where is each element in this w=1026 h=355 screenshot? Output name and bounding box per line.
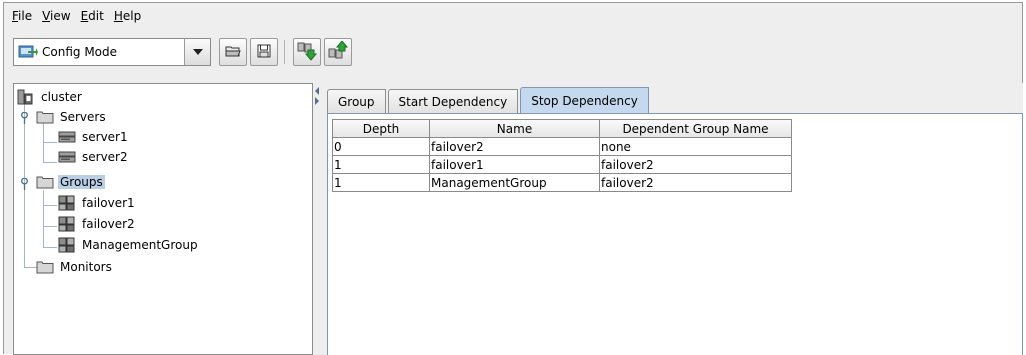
save-button[interactable] [250, 38, 278, 66]
details-panel: Group Start Dependency Stop Dependency D… [321, 83, 1023, 355]
tree-line [43, 226, 57, 227]
menu-edit[interactable]: Edit [81, 9, 104, 23]
split-pane-divider[interactable] [313, 83, 321, 355]
cell-dependent-group-name: failover2 [600, 156, 792, 174]
toolbar: Config Mode [4, 33, 1022, 73]
tab-stop-dependency[interactable]: Stop Dependency [520, 87, 649, 113]
menu-view[interactable]: View [42, 9, 70, 23]
cluster-icon [17, 89, 35, 105]
cell-depth: 0 [332, 138, 430, 156]
cell-name: failover2 [430, 138, 600, 156]
cluster-tree[interactable]: cluster Servers server1 server2 Groups f… [13, 83, 313, 355]
tree-line [43, 162, 57, 163]
open-folder-icon [225, 45, 241, 60]
cell-name: failover1 [430, 156, 600, 174]
chevron-down-icon[interactable] [184, 39, 210, 65]
table-row[interactable]: 0 failover2 none [332, 138, 792, 156]
mode-dropdown-value: Config Mode [42, 45, 118, 59]
tab-bar: Group Start Dependency Stop Dependency [327, 87, 651, 113]
collapse-left-arrow-icon[interactable] [315, 87, 319, 95]
menu-bar: File View Edit Help [4, 3, 1022, 29]
column-header-depth[interactable]: Depth [332, 119, 430, 138]
menu-help[interactable]: Help [114, 9, 141, 23]
column-header-name[interactable]: Name [430, 119, 600, 138]
failover-group-icon [58, 195, 76, 211]
tree-node-managementgroup[interactable]: ManagementGroup [58, 236, 200, 254]
column-header-dependent-group-name[interactable]: Dependent Group Name [600, 119, 792, 138]
tree-line [43, 247, 57, 248]
table-header: Depth Name Dependent Group Name [332, 119, 792, 138]
folder-icon [36, 259, 54, 275]
tree-node-cluster[interactable]: cluster [17, 88, 84, 106]
tab-group[interactable]: Group [327, 89, 386, 113]
table-row[interactable]: 1 ManagementGroup failover2 [332, 174, 792, 192]
toolbar-separator [284, 40, 285, 64]
tree-line [43, 190, 44, 248]
menu-file[interactable]: File [12, 9, 32, 23]
tree-line [24, 179, 25, 267]
mode-dropdown[interactable]: Config Mode [13, 38, 211, 66]
cell-name: ManagementGroup [430, 174, 600, 192]
tree-node-groups[interactable]: Groups [36, 173, 105, 191]
expand-toggle-servers[interactable] [20, 111, 29, 124]
tree-line [43, 205, 57, 206]
save-icon [257, 44, 271, 61]
folder-icon [36, 109, 54, 125]
tree-node-monitors[interactable]: Monitors [36, 258, 114, 276]
open-button[interactable] [219, 38, 247, 66]
dependency-table: Depth Name Dependent Group Name 0 failov… [332, 119, 792, 192]
cell-dependent-group-name: failover2 [600, 174, 792, 192]
server-icon [58, 129, 76, 145]
cell-depth: 1 [332, 156, 430, 174]
failover-group-icon [58, 216, 76, 232]
tree-node-failover2[interactable]: failover2 [58, 215, 137, 233]
download-button[interactable] [293, 38, 321, 66]
tab-start-dependency[interactable]: Start Dependency [387, 89, 519, 113]
download-icon [297, 41, 318, 64]
folder-icon [36, 174, 54, 190]
cell-depth: 1 [332, 174, 430, 192]
tree-node-server1[interactable]: server1 [58, 128, 130, 146]
table-row[interactable]: 1 failover1 failover2 [332, 156, 792, 174]
expand-toggle-groups[interactable] [20, 177, 29, 190]
upload-button[interactable] [324, 38, 352, 66]
config-mode-icon [18, 43, 40, 61]
tree-line [43, 142, 57, 143]
failover-group-icon [58, 237, 76, 253]
application-window: File View Edit Help Config Mode cluster … [3, 2, 1023, 355]
tree-node-server2[interactable]: server2 [58, 148, 130, 166]
cell-dependent-group-name: none [600, 138, 792, 156]
stop-dependency-panel: Depth Name Dependent Group Name 0 failov… [327, 113, 1023, 355]
tree-node-servers[interactable]: Servers [36, 108, 108, 126]
tree-node-failover1[interactable]: failover1 [58, 194, 137, 212]
expand-right-arrow-icon[interactable] [315, 97, 319, 105]
upload-icon [328, 39, 349, 64]
server-icon [58, 149, 76, 165]
